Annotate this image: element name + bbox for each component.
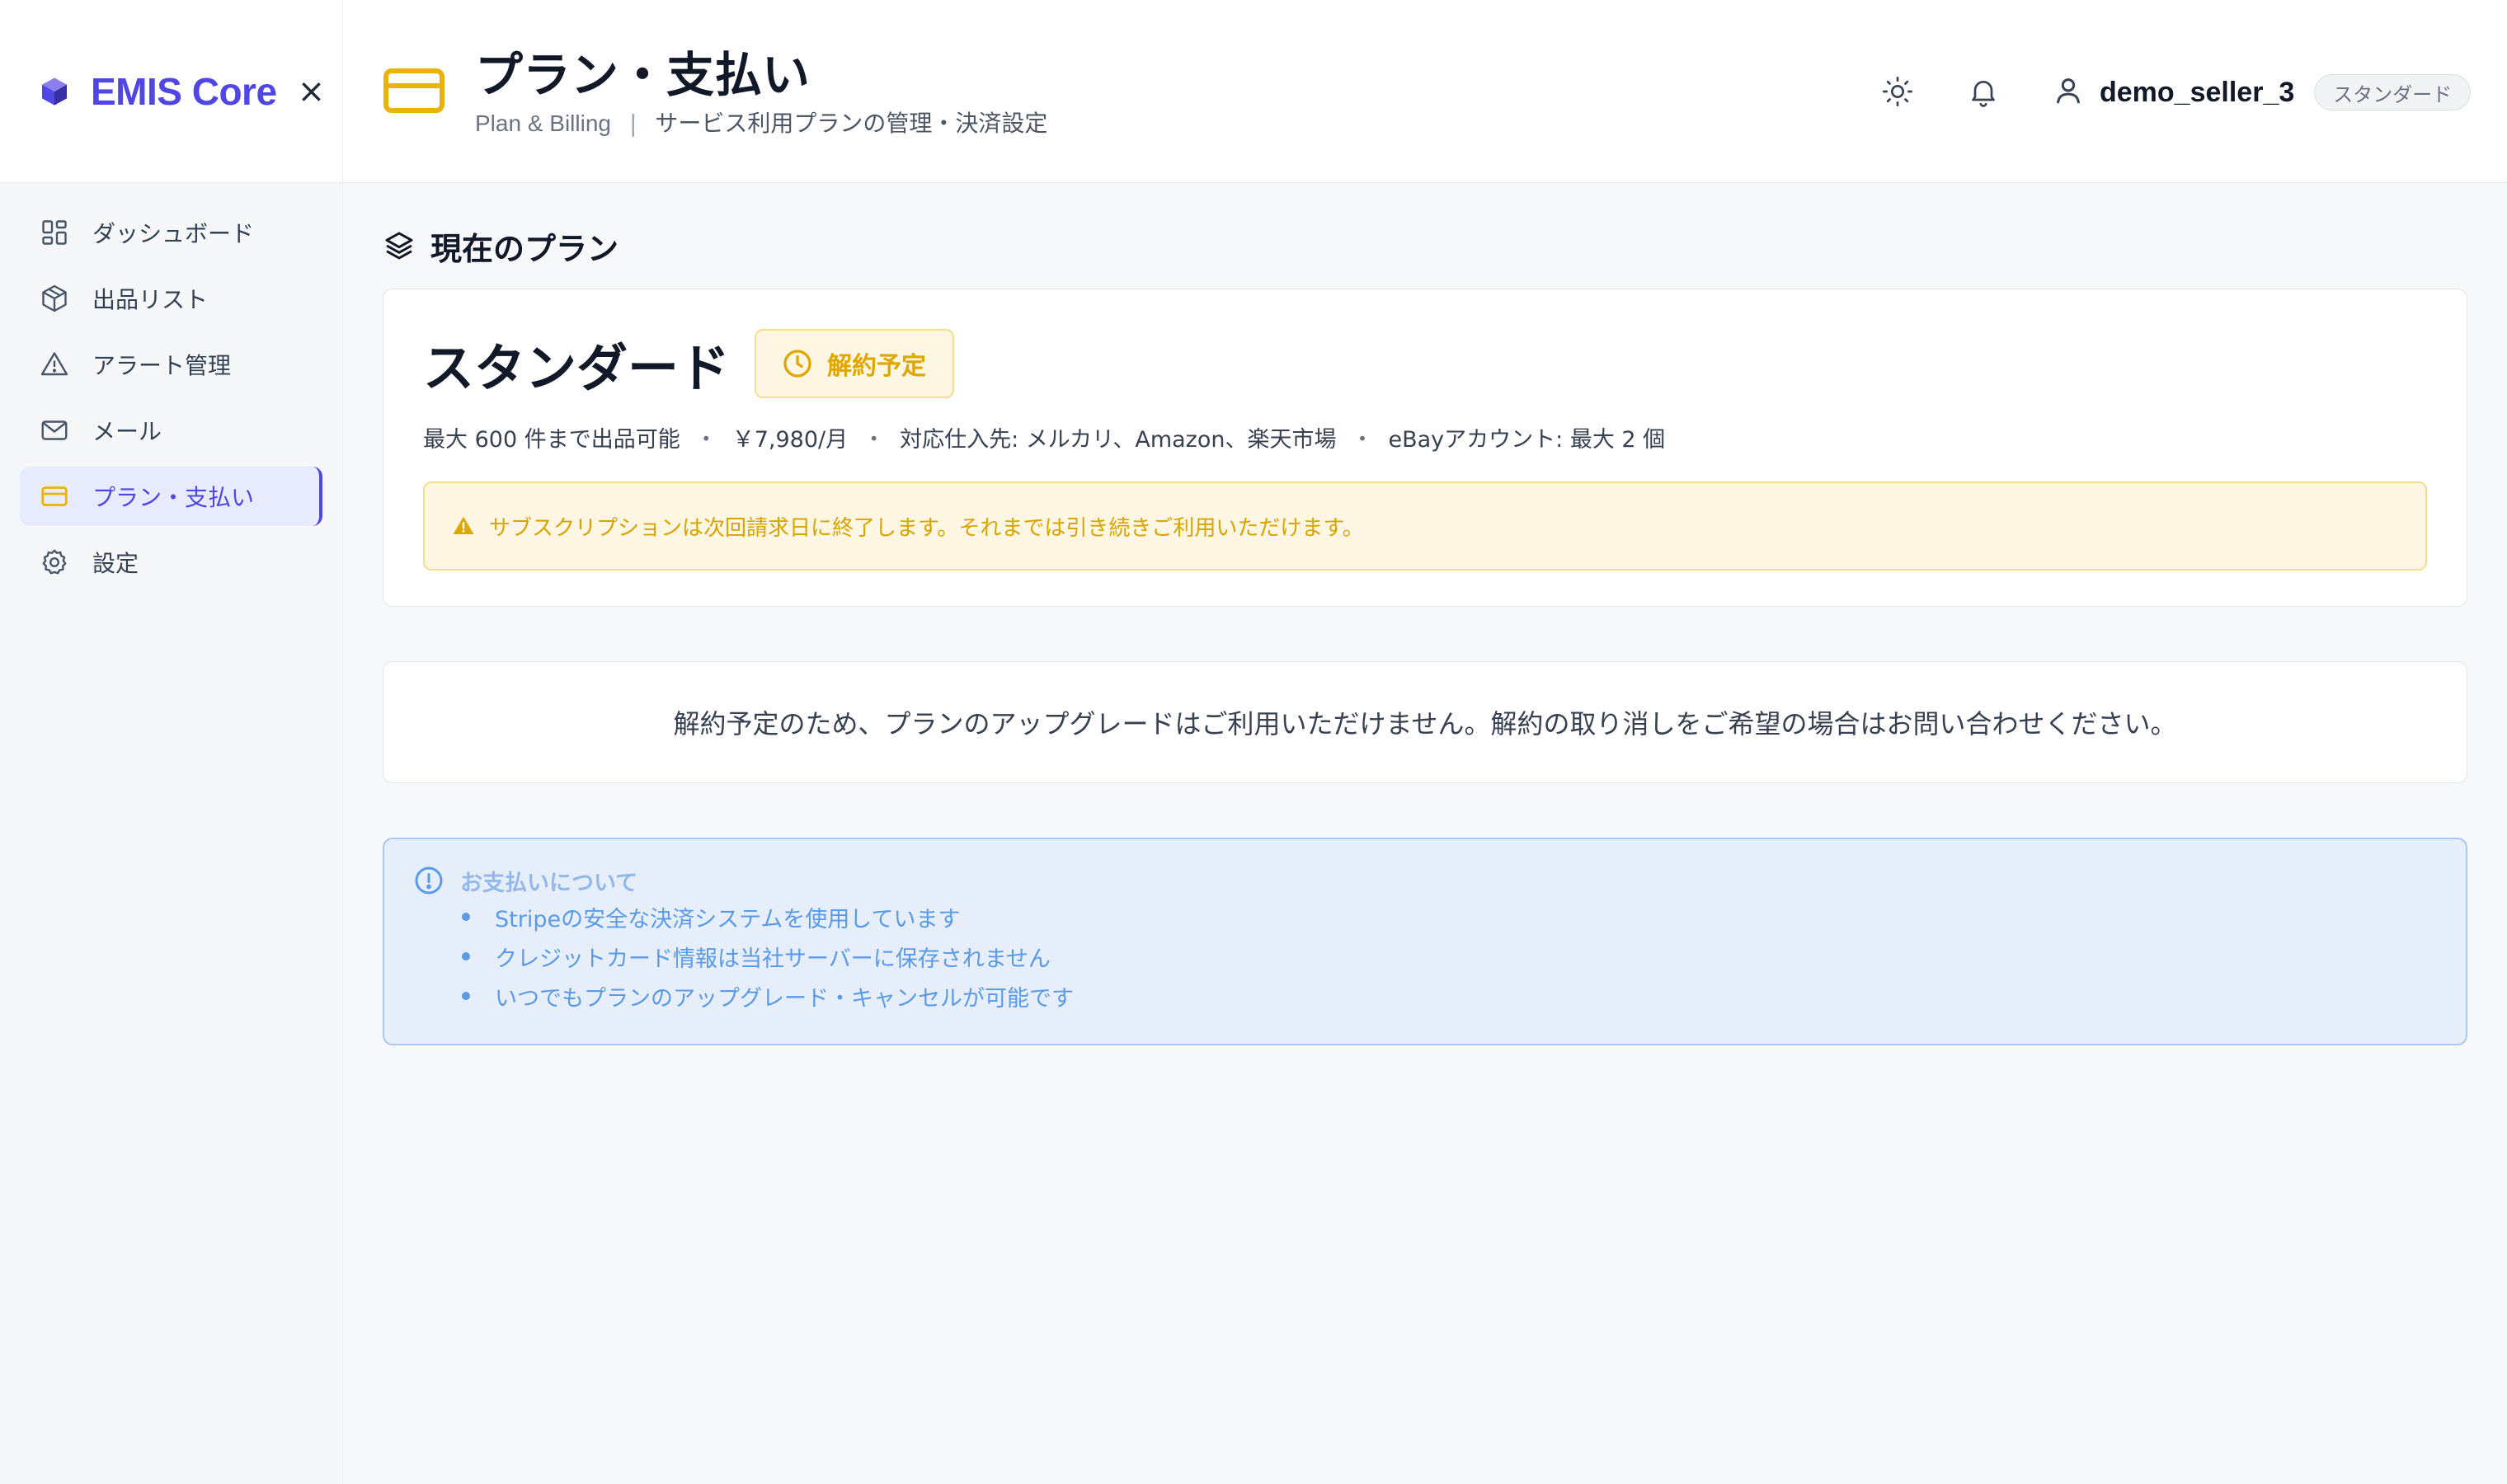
subtitle-separator: | (628, 110, 637, 137)
package-icon (38, 282, 71, 315)
plan-detail-limit: 最大 600 件まで出品可能 (423, 427, 680, 453)
plan-detail-ebay-accounts: eBayアカウント: 最大 2 個 (1388, 427, 1666, 453)
detail-separator: ・ (694, 427, 717, 453)
list-item-text: いつでもプランのアップグレード・キャンセルが可能です (495, 985, 1074, 1012)
gear-icon (38, 546, 71, 579)
sidebar-item-settings[interactable]: 設定 (20, 533, 322, 592)
sidebar-item-label: 設定 (92, 550, 139, 577)
warning-icon (451, 513, 477, 539)
section-title: 現在のプラン (430, 230, 619, 267)
sidebar-item-dashboard[interactable]: ダッシュボード (20, 203, 322, 262)
info-header: お支払いについて (412, 864, 2466, 897)
sidebar-item-label: メール (92, 418, 162, 445)
detail-separator: ・ (863, 427, 886, 453)
current-plan-heading: 現在のプラン (383, 224, 2467, 267)
list-item: クレジットカード情報は当社サーバーに保存されません (462, 937, 2466, 976)
bullet-dot (462, 952, 470, 960)
page-title: プラン・支払い (475, 47, 811, 103)
bullet-dot (462, 913, 470, 921)
main-content: 現在のプラン スタンダード 解約予定 最大 600 件まで出品可能・ ￥7,980… (383, 183, 2467, 1045)
notice-text: 解約予定のため、プランのアップグレードはご利用いただけません。解約の取り消しをご… (673, 708, 2177, 740)
cancellation-status-badge: 解約予定 (755, 329, 955, 398)
info-circle-icon (412, 864, 445, 897)
sidebar-item-label: プラン・支払い (92, 484, 255, 511)
detail-separator: ・ (1351, 427, 1374, 453)
status-badge-label: 解約予定 (827, 352, 927, 381)
user-name: demo_seller_3 (2100, 76, 2295, 108)
alert-text: サブスクリプションは次回請求日に終了します。それまでは引き続きご利用いただけます… (489, 515, 1364, 541)
list-item-text: クレジットカード情報は当社サーバーに保存されません (495, 946, 1051, 972)
sidebar-nav: ダッシュボード 出品リスト アラート管理 メール プラン・支払い 設定 (0, 183, 342, 592)
page-subtitle-jp: サービス利用プランの管理・決済設定 (655, 110, 1048, 137)
payment-info-box: お支払いについて Stripeの安全な決済システムを使用しています クレジットカ… (383, 838, 2467, 1045)
sidebar-item-listings[interactable]: 出品リスト (20, 269, 322, 328)
plan-detail-suppliers: 対応仕入先: メルカリ、Amazon、楽天市場 (900, 427, 1337, 453)
upgrade-unavailable-notice: 解約予定のため、プランのアップグレードはご利用いただけません。解約の取り消しをご… (383, 661, 2467, 783)
sidebar-item-label: ダッシュボード (92, 220, 255, 247)
bell-icon (1972, 81, 1995, 107)
mail-icon (38, 414, 71, 447)
bullet-dot (462, 992, 470, 1000)
notifications-button[interactable] (1964, 73, 2002, 110)
brand-name: EMIS Core (91, 69, 277, 113)
cube-logo-icon (36, 73, 73, 110)
close-sidebar-button[interactable]: × (294, 75, 330, 108)
sun-icon (1883, 77, 1912, 106)
plan-name: スタンダード (423, 338, 731, 398)
credit-card-icon (38, 480, 71, 513)
current-plan-card: スタンダード 解約予定 最大 600 件まで出品可能・ ￥7,980/月・対応仕入… (383, 289, 2467, 607)
sidebar-item-alerts[interactable]: アラート管理 (20, 335, 322, 394)
plan-header-row: スタンダード 解約予定 (423, 329, 2427, 398)
sidebar-item-mail[interactable]: メール (20, 401, 322, 460)
user-menu[interactable]: demo_seller_3 スタンダード (2052, 69, 2472, 115)
credit-card-icon (383, 66, 445, 115)
info-title: お支払いについて (460, 870, 638, 896)
clock-icon (781, 347, 814, 380)
plan-detail-price: ￥7,980/月 (731, 427, 849, 453)
sidebar-item-label: アラート管理 (92, 352, 232, 379)
sidebar-item-plan-billing[interactable]: プラン・支払い (20, 467, 322, 526)
dashboard-grid-icon (38, 216, 71, 249)
page-subtitle: Plan & Billing | サービス利用プランの管理・決済設定 (475, 106, 1047, 139)
alert-triangle-icon (38, 348, 71, 381)
sidebar-item-label: 出品リスト (92, 286, 209, 313)
info-list: Stripeの安全な決済システムを使用しています クレジットカード情報は当社サー… (462, 897, 2466, 1016)
user-plan-badge: スタンダード (2314, 74, 2472, 110)
brand-area: EMIS Core × (0, 0, 342, 183)
page-header: プラン・支払い Plan & Billing | サービス利用プランの管理・決済設定… (343, 0, 2507, 183)
subscription-warning-alert: サブスクリプションは次回請求日に終了します。それまでは引き続きご利用いただけます… (423, 481, 2427, 571)
plan-details: 最大 600 件まで出品可能・ ￥7,980/月・対応仕入先: メルカリ、Amaz… (423, 421, 2427, 453)
app-root: EMIS Core × ダッシュボード 出品リスト アラート管理 メール プラン… (0, 0, 2507, 1484)
list-item-text: Stripeの安全な決済システムを使用しています (495, 906, 961, 932)
list-item: いつでもプランのアップグレード・キャンセルが可能です (462, 976, 2466, 1016)
page-subtitle-en: Plan & Billing (475, 110, 611, 136)
theme-toggle-button[interactable] (1879, 73, 1917, 110)
list-item: Stripeの安全な決済システムを使用しています (462, 897, 2466, 937)
sidebar: EMIS Core × ダッシュボード 出品リスト アラート管理 メール プラン… (0, 0, 343, 1484)
layers-icon (383, 228, 419, 264)
user-icon (2052, 74, 2085, 110)
